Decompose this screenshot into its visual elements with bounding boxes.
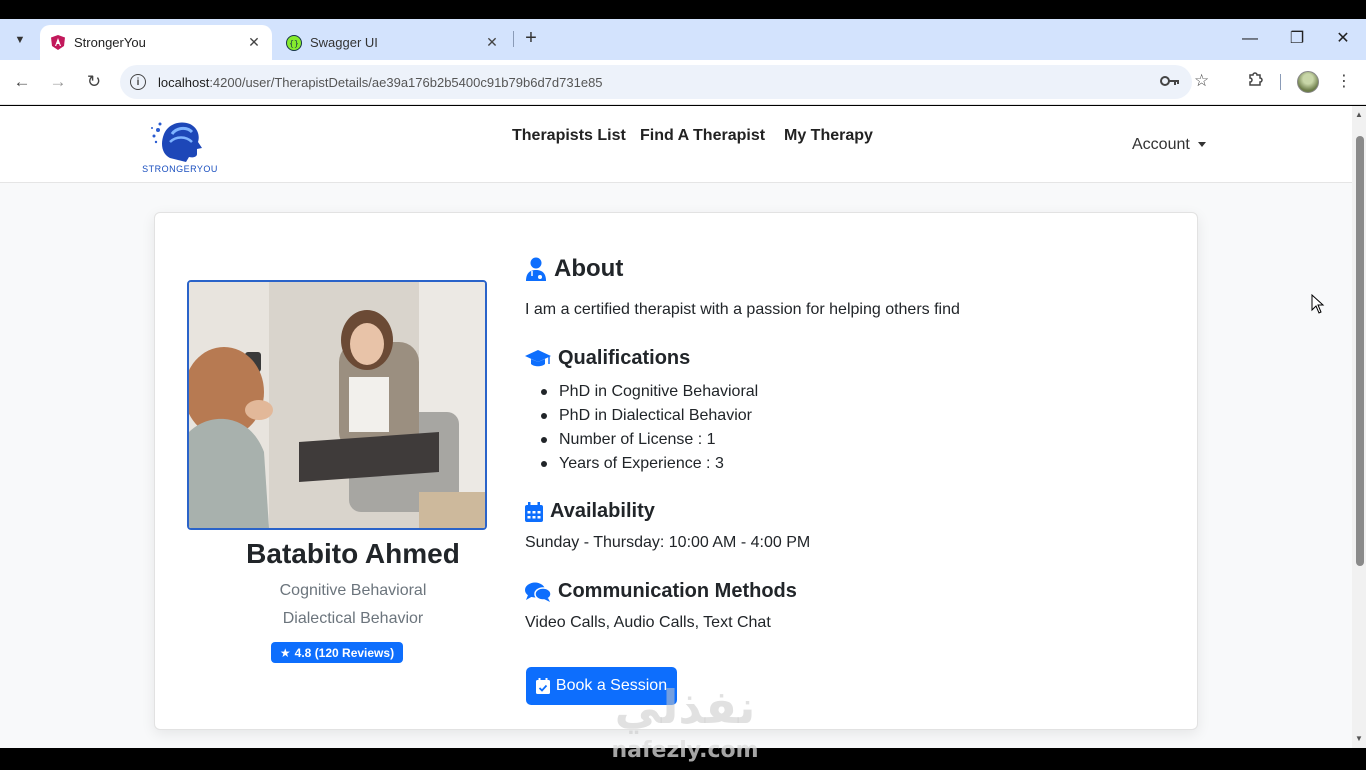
book-session-label: Book a Session — [555, 677, 668, 694]
tab-search-chevron-icon[interactable]: ▼ — [8, 28, 32, 52]
swagger-favicon-icon: {} — [286, 34, 302, 51]
site-info-icon[interactable]: i — [130, 74, 146, 90]
availability-heading-text: Availability — [550, 500, 655, 522]
calendar-check-icon — [535, 678, 550, 694]
browser-menu-icon[interactable]: ⋮ — [1332, 70, 1356, 94]
restore-icon[interactable]: ❐ — [1285, 27, 1309, 51]
page-viewport: STRONGERYOU Therapists List Find A Thera… — [0, 106, 1352, 748]
tab-title: Swagger UI — [310, 35, 378, 50]
strongeryou-logo[interactable]: STRONGERYOU — [142, 114, 218, 176]
new-tab-plus-icon[interactable]: + — [520, 27, 542, 51]
tab-strongeryou[interactable]: StrongerYou ✕ — [40, 25, 272, 60]
book-session-button[interactable]: Book a Session — [526, 667, 677, 705]
minimize-icon[interactable]: — — [1238, 27, 1262, 51]
scroll-thumb[interactable] — [1356, 136, 1364, 566]
account-label: Account — [1132, 136, 1190, 153]
calendar-icon — [525, 501, 543, 522]
list-item: Number of License : 1 — [539, 429, 758, 453]
caret-down-icon — [1197, 142, 1206, 148]
specialty-1: Cognitive Behavioral — [279, 582, 427, 599]
address-bar[interactable]: i localhost:4200/user/TherapistDetails/a… — [120, 65, 1209, 99]
close-tab-icon[interactable]: ✕ — [246, 34, 262, 51]
toolbar-divider — [1280, 74, 1281, 90]
list-item: Years of Experience : 3 — [539, 453, 758, 477]
scroll-down-icon[interactable]: ▼ — [1354, 734, 1364, 743]
extensions-puzzle-icon[interactable] — [1243, 70, 1267, 94]
nav-therapists-list[interactable]: Therapists List — [512, 127, 626, 145]
tab-title: StrongerYou — [74, 35, 146, 50]
about-heading-text: About — [554, 255, 624, 282]
browser-tabstrip: ▼ StrongerYou ✕ {} Swagger UI ✕ + — ❐ ✕ — [0, 19, 1366, 60]
qualifications-heading-text: Qualifications — [558, 347, 691, 369]
rating-badge: ★ 4.8 (120 Reviews) — [271, 642, 403, 663]
list-item: PhD in Dialectical Behavior — [539, 405, 758, 429]
angular-favicon-icon — [50, 35, 66, 51]
screen-top-border — [0, 0, 1366, 19]
logo-text: STRONGERYOU — [142, 164, 218, 174]
therapist-name: Batabito Ahmed — [246, 538, 460, 569]
tab-divider — [513, 31, 514, 47]
availability-text: Sunday - Thursday: 10:00 AM - 4:00 PM — [525, 534, 811, 551]
rating-text: 4.8 (120 Reviews) — [294, 645, 395, 660]
specialty-2: Dialectical Behavior — [282, 610, 424, 627]
scroll-up-icon[interactable]: ▲ — [1354, 110, 1364, 119]
profile-avatar[interactable] — [1297, 71, 1319, 93]
browser-toolbar: ← → ↻ i localhost:4200/user/TherapistDet… — [0, 60, 1366, 105]
therapist-card: Batabito Ahmed Cognitive Behavioral Dial… — [154, 212, 1198, 730]
bookmark-star-icon[interactable]: ☆ — [1194, 71, 1209, 91]
forward-arrow-icon[interactable]: → — [46, 70, 70, 94]
account-dropdown[interactable]: Account — [1132, 136, 1206, 154]
qualifications-list: PhD in Cognitive Behavioral PhD in Diale… — [539, 381, 758, 477]
star-icon: ★ — [279, 645, 291, 660]
page-scrollbar[interactable]: ▲ ▼ — [1352, 106, 1366, 748]
about-heading: About — [525, 255, 623, 283]
therapist-photo — [187, 280, 487, 530]
communication-heading: Communication Methods — [525, 580, 797, 603]
communication-heading-text: Communication Methods — [558, 580, 797, 602]
communication-text: Video Calls, Audio Calls, Text Chat — [525, 614, 771, 631]
reload-icon[interactable]: ↻ — [82, 70, 106, 94]
about-text: I am a certified therapist with a passio… — [525, 301, 960, 318]
app-navbar: STRONGERYOU Therapists List Find A Thera… — [0, 106, 1352, 183]
back-arrow-icon[interactable]: ← — [10, 70, 34, 94]
availability-heading: Availability — [525, 500, 655, 523]
mouse-cursor-icon — [1311, 293, 1325, 319]
url-text[interactable]: localhost:4200/user/TherapistDetails/ae3… — [158, 75, 603, 90]
window-close-icon[interactable]: ✕ — [1331, 27, 1355, 51]
svg-text:{}: {} — [289, 39, 299, 48]
graduation-cap-icon — [525, 349, 551, 368]
nav-my-therapy[interactable]: My Therapy — [784, 127, 873, 145]
tab-swagger-ui[interactable]: {} Swagger UI ✕ — [276, 25, 510, 60]
logo-head-icon — [151, 122, 202, 162]
list-item: PhD in Cognitive Behavioral — [539, 381, 758, 405]
close-tab-icon[interactable]: ✕ — [484, 34, 500, 51]
password-key-icon[interactable] — [1160, 74, 1180, 92]
nav-find-a-therapist[interactable]: Find A Therapist — [640, 127, 765, 145]
comments-icon — [525, 582, 551, 602]
user-doctor-icon — [525, 257, 547, 281]
qualifications-heading: Qualifications — [525, 347, 690, 370]
screen-bottom-border — [0, 748, 1366, 768]
